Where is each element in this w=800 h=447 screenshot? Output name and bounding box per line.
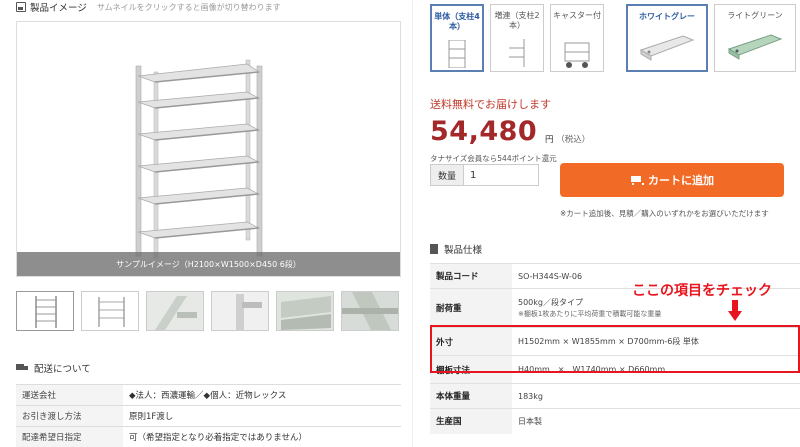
option-label: 増連（支柱2本）	[494, 11, 540, 30]
truck-icon	[16, 363, 28, 373]
spec-label: 本体重量	[430, 383, 512, 409]
spec-value: 日本製	[512, 408, 800, 434]
delivery-title: 配送について	[34, 364, 91, 375]
gallery-header: 製品イメージ サムネイルをクリックすると画像が切り替わります	[16, 0, 281, 14]
thumb-detail-icon	[147, 292, 203, 330]
gallery-hint: サムネイルをクリックすると画像が切り替わります	[96, 2, 281, 12]
thumbnail-strip	[16, 291, 399, 331]
add-on-shelf-icon	[509, 39, 525, 67]
table-row: お引き渡し方法 原則1F渡し	[16, 405, 401, 427]
table-row: 運送会社 ◆法人：西濃運輸／◆個人：近物レックス	[16, 384, 401, 406]
spec-subnote: ※棚板1枚あたりに平均荷重で積載可能な重量	[518, 310, 662, 318]
spec-value: 500kg／段タイプ	[518, 298, 583, 307]
main-product-image[interactable]: サンプルイメージ（H2100×W1500×D450 6段）	[16, 21, 401, 277]
thumb-detail-icon	[277, 292, 333, 330]
table-row: 配達希望日指定 可（希望指定となり必着指定ではありません）	[16, 426, 401, 447]
tax-note: （税込）	[556, 135, 591, 145]
option-label: ホワイトグレー	[639, 12, 695, 21]
delivery-header: 配送について	[16, 361, 91, 375]
thumb-shelf-icon	[98, 297, 125, 327]
currency-unit: 円	[545, 135, 554, 145]
column-divider	[412, 0, 413, 447]
free-shipping-text: 送料無料でお届けします	[430, 98, 551, 111]
single-shelf-icon	[448, 40, 466, 68]
thumbnail-5[interactable]	[276, 291, 334, 331]
caster-cart-icon	[564, 42, 590, 68]
white-gray-swatch-icon	[639, 35, 695, 61]
spec-value: 183kg	[512, 383, 800, 409]
points-note: タナサイズ会員なら544ポイント還元	[430, 154, 557, 163]
delivery-label: 配達希望日指定	[16, 426, 123, 447]
option-caster[interactable]: キャスター付	[550, 4, 604, 72]
cart-icon	[630, 175, 644, 185]
thumbnail-3[interactable]	[146, 291, 204, 331]
delivery-label: お引き渡し方法	[16, 405, 123, 427]
thumbnail-2[interactable]	[81, 291, 139, 331]
spec-label: 耐荷重	[430, 288, 512, 328]
gallery-title: 製品イメージ	[30, 3, 87, 14]
quantity-label: 数量	[430, 164, 464, 186]
delivery-value: 原則1F渡し	[123, 405, 401, 427]
spec-header: 製品仕様	[430, 242, 482, 256]
product-page: 製品イメージ サムネイルをクリックすると画像が切り替わります サンプルイメージ（…	[0, 0, 800, 447]
thumb-shelf-icon	[35, 296, 57, 328]
spec-title: 製品仕様	[444, 245, 483, 256]
highlight-box	[430, 325, 800, 373]
annotation-text: ここの項目をチェック	[632, 283, 772, 299]
table-row: 本体重量 183kg	[430, 383, 800, 409]
image-icon	[16, 2, 26, 12]
spec-label: 生産国	[430, 408, 512, 434]
table-row: 生産国 日本製	[430, 408, 800, 434]
thumbnail-4[interactable]	[211, 291, 269, 331]
delivery-value: 可（希望指定となり必着指定ではありません）	[123, 426, 401, 447]
option-white-gray[interactable]: ホワイトグレー	[626, 4, 708, 72]
add-to-cart-label: カートに追加	[648, 174, 714, 187]
down-arrow-icon	[728, 300, 742, 321]
thumb-detail-icon	[342, 292, 398, 330]
price-unit: 円 （税込）	[545, 133, 590, 145]
light-green-swatch-icon	[727, 34, 783, 60]
left-column: 製品イメージ サムネイルをクリックすると画像が切り替わります サンプルイメージ（…	[0, 0, 404, 447]
option-label: 単体（支柱4本）	[434, 12, 480, 31]
thumb-detail-icon	[212, 292, 268, 330]
quantity-input[interactable]	[463, 164, 539, 186]
main-image-caption: サンプルイメージ（H2100×W1500×D450 6段）	[17, 252, 400, 276]
spec-label: 製品コード	[430, 263, 512, 289]
shelf-illustration	[135, 59, 263, 259]
option-label: ライトグリーン	[727, 11, 783, 20]
thumbnail-1[interactable]	[16, 291, 74, 331]
option-add-on[interactable]: 増連（支柱2本）	[490, 4, 544, 72]
right-column: 単体（支柱4本） 増連（支柱2本） キャスター付 ホワイトグレー ライトグリーン…	[418, 0, 800, 447]
price: 54,480	[430, 116, 538, 147]
cart-note: ※カート追加後、見積／購入のいずれかをお選びいただけます	[560, 209, 769, 218]
thumbnail-6[interactable]	[341, 291, 399, 331]
delivery-label: 運送会社	[16, 384, 123, 406]
document-icon	[430, 244, 438, 254]
delivery-value: ◆法人：西濃運輸／◆個人：近物レックス	[123, 384, 401, 406]
option-single[interactable]: 単体（支柱4本）	[430, 4, 484, 72]
add-to-cart-button[interactable]: カートに追加	[560, 163, 784, 197]
option-light-green[interactable]: ライトグリーン	[714, 4, 796, 72]
option-label: キャスター付	[553, 11, 601, 20]
delivery-table: 運送会社 ◆法人：西濃運輸／◆個人：近物レックス お引き渡し方法 原則1F渡し …	[16, 384, 401, 447]
